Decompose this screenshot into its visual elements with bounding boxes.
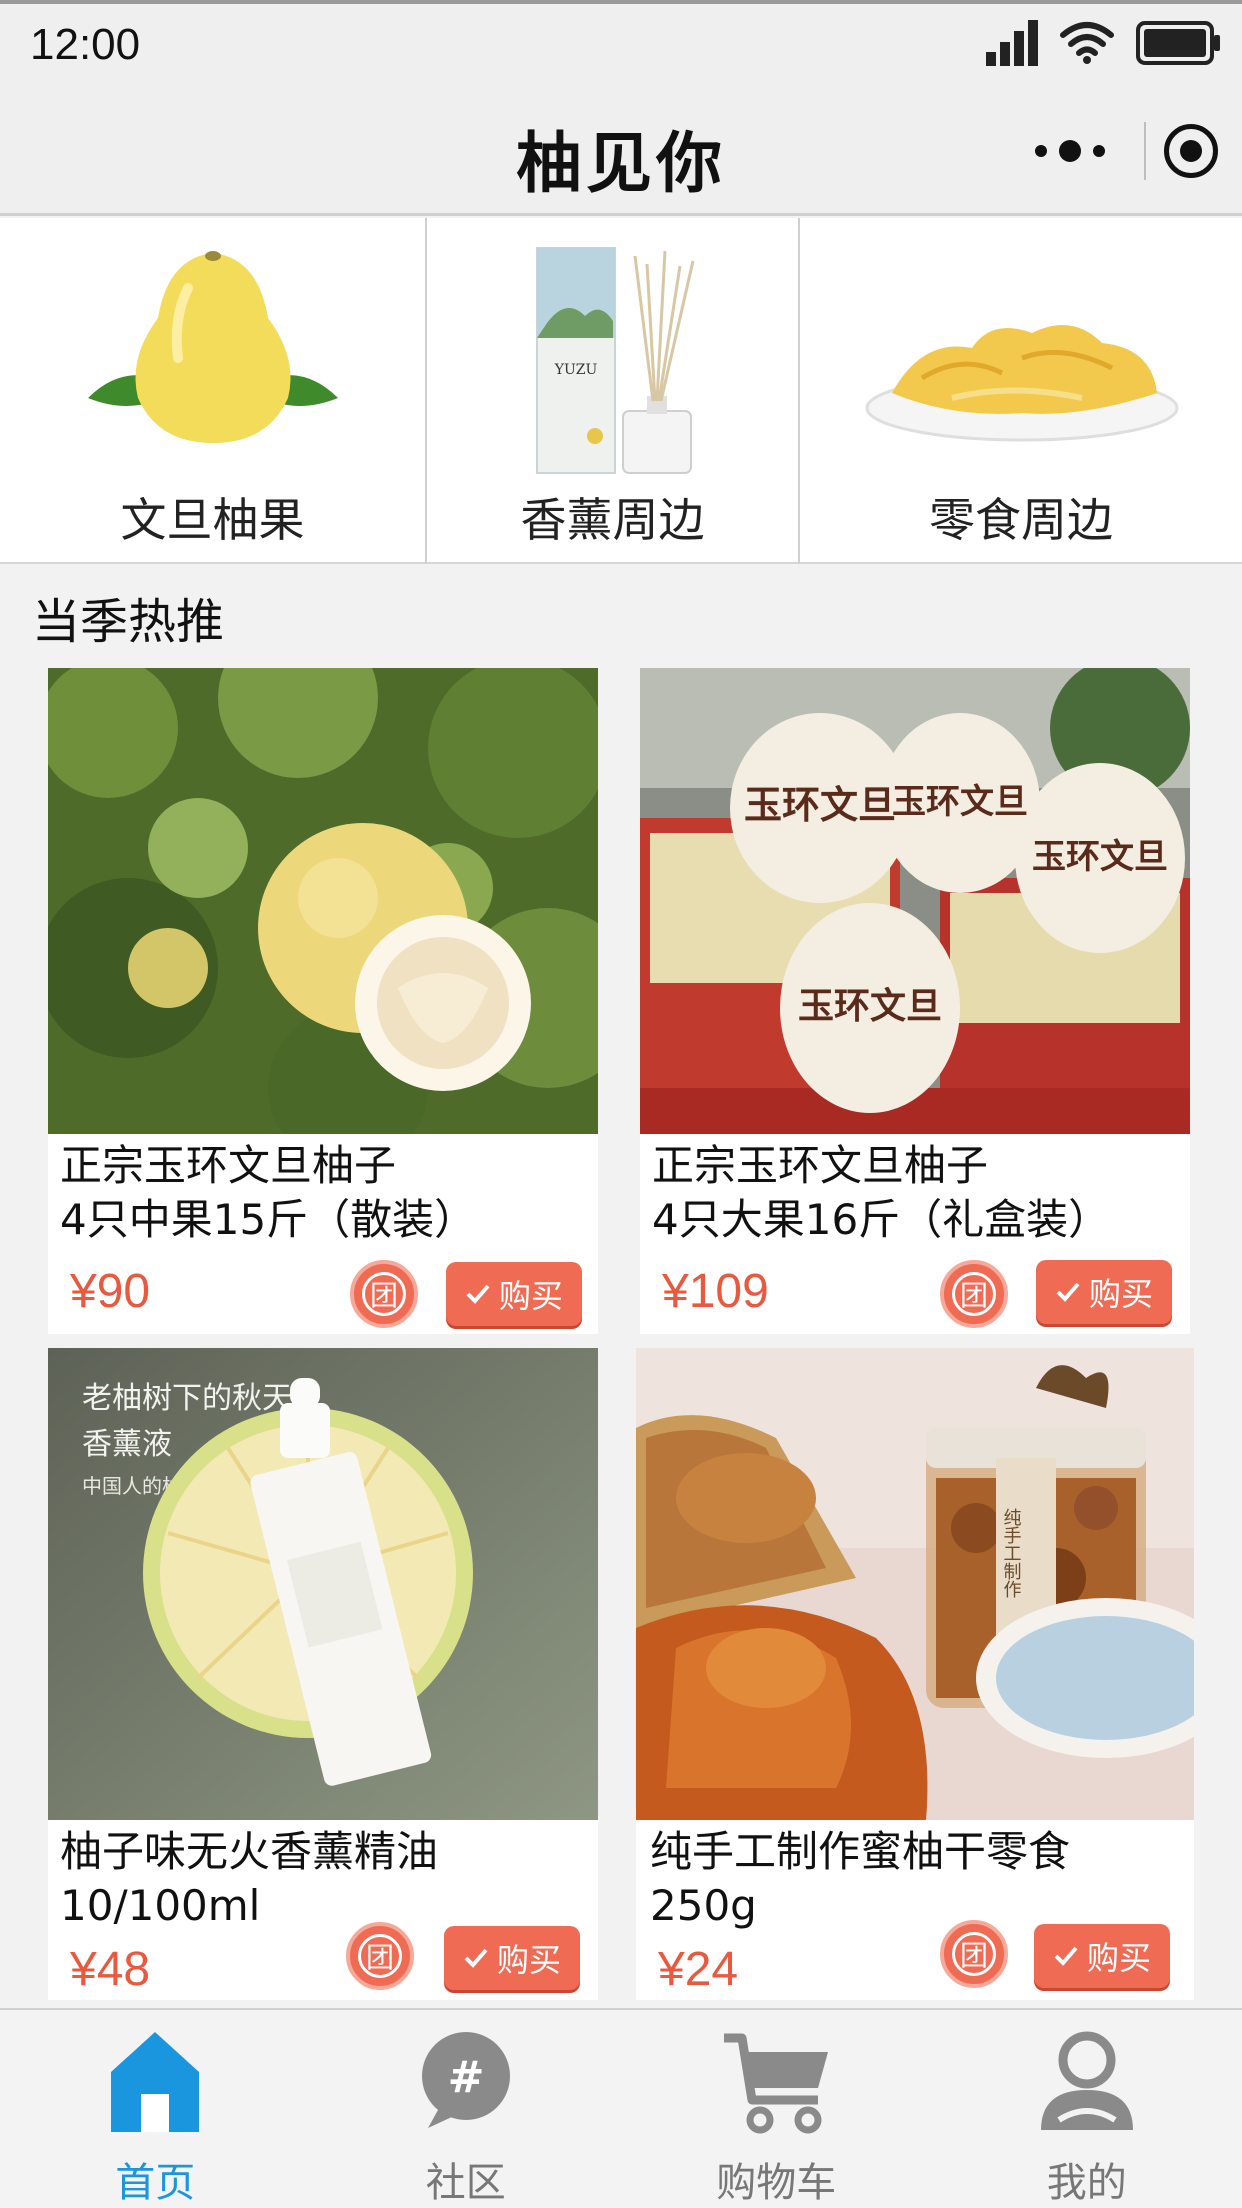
svg-text:YUZU: YUZU bbox=[554, 362, 598, 378]
svg-text:#: # bbox=[447, 2052, 484, 2103]
tab-profile[interactable]: 我的 bbox=[932, 2010, 1242, 2208]
product-card[interactable]: 正宗玉环文旦柚子 4只中果15斤（散装） ¥90 团 购买 bbox=[48, 668, 598, 1334]
category-label: 文旦柚果 bbox=[120, 493, 305, 547]
buy-label: 购买 bbox=[496, 1941, 561, 1979]
category-snack[interactable]: 零食周边 bbox=[798, 218, 1242, 564]
group-buy-label: 团 bbox=[362, 1272, 406, 1316]
tab-label: 购物车 bbox=[716, 2160, 837, 2206]
tab-community[interactable]: # 社区 bbox=[311, 2010, 622, 2208]
bag-print-text: 玉环文旦 bbox=[892, 782, 1028, 822]
home-icon bbox=[111, 2032, 200, 2132]
wifi-icon bbox=[1060, 22, 1114, 64]
category-label: 香薰周边 bbox=[520, 493, 705, 547]
signal-icon bbox=[986, 20, 1038, 66]
product-name: 正宗玉环文旦柚子 bbox=[652, 1141, 989, 1190]
category-pomelo[interactable]: 文旦柚果 bbox=[0, 218, 425, 564]
cart-icon bbox=[724, 2033, 829, 2134]
group-buy-label: 团 bbox=[952, 1932, 996, 1976]
buy-button[interactable]: 购买 bbox=[1036, 1260, 1172, 1324]
more-dot-icon bbox=[1035, 145, 1047, 157]
product-spec: 250g bbox=[650, 1881, 757, 1930]
group-buy-button[interactable]: 团 bbox=[346, 1922, 414, 1990]
product-image bbox=[48, 668, 598, 1134]
bag-print-text: 玉环文旦 bbox=[1032, 837, 1168, 877]
category-strip: 文旦柚果 YUZU 香薰周边 零食周边 bbox=[0, 218, 1242, 564]
group-buy-label: 团 bbox=[358, 1934, 402, 1978]
group-buy-button[interactable]: 团 bbox=[940, 1920, 1008, 1988]
buy-button[interactable]: 购买 bbox=[446, 1262, 582, 1326]
buy-button[interactable]: 购买 bbox=[1034, 1924, 1170, 1988]
product-name: 正宗玉环文旦柚子 bbox=[60, 1141, 397, 1190]
product-price: ¥109 bbox=[662, 1265, 769, 1318]
product-spec: 10/100ml bbox=[60, 1881, 261, 1930]
product-image: 纯手工制作 bbox=[636, 1348, 1194, 1820]
aroma-diffuser-image: YUZU bbox=[536, 247, 695, 474]
mini-program-capsule bbox=[1014, 116, 1218, 186]
buy-button[interactable]: 购买 bbox=[444, 1926, 580, 1990]
pomelo-image bbox=[88, 251, 338, 443]
capsule-divider bbox=[1144, 122, 1146, 180]
status-bar: 12:00 bbox=[0, 0, 1242, 90]
category-label: 零食周边 bbox=[929, 493, 1113, 547]
bag-print-text: 玉环文旦 bbox=[744, 782, 896, 827]
group-buy-label: 团 bbox=[952, 1272, 996, 1316]
close-mini-program-button[interactable] bbox=[1164, 124, 1218, 178]
product-spec: 4只大果16斤（礼盒装） bbox=[652, 1195, 1111, 1244]
check-icon bbox=[1054, 1946, 1078, 1966]
tab-bar: 首页 # 社区 购物车 我的 bbox=[0, 2008, 1242, 2208]
product-card[interactable]: 老柚树下的秋天 香薰液 中国人的柚子香 柚子味无火香薰精油 10/100ml ¥… bbox=[48, 1348, 598, 2000]
tab-label: 首页 bbox=[115, 2160, 196, 2206]
group-buy-button[interactable]: 团 bbox=[350, 1260, 418, 1328]
community-icon: # bbox=[421, 2032, 510, 2128]
section-title: 当季热推 bbox=[32, 594, 225, 650]
buy-label: 购买 bbox=[1088, 1275, 1153, 1313]
product-card[interactable]: 纯手工制作 纯手工制作蜜柚干零食 250g ¥24 团 购买 bbox=[636, 1348, 1194, 2000]
status-time: 12:00 bbox=[30, 20, 141, 69]
product-image: 老柚树下的秋天 香薰液 中国人的柚子香 bbox=[48, 1348, 598, 1820]
check-icon bbox=[466, 1284, 490, 1304]
bag-print-text: 玉环文旦 bbox=[798, 985, 942, 1027]
check-icon bbox=[1056, 1282, 1080, 1302]
more-dot-icon bbox=[1093, 145, 1105, 157]
more-dot-icon bbox=[1059, 140, 1081, 162]
more-button[interactable] bbox=[1014, 116, 1126, 186]
nav-bar: 柚见你 bbox=[0, 90, 1242, 216]
product-image: 玉环文旦 玉环文旦 玉环文旦 玉环文旦 bbox=[640, 668, 1190, 1134]
battery-icon bbox=[1136, 21, 1220, 65]
check-icon bbox=[464, 1948, 488, 1968]
buy-label: 购买 bbox=[1086, 1939, 1151, 1977]
image-caption: 香薰液 bbox=[82, 1427, 172, 1462]
product-price: ¥90 bbox=[70, 1265, 151, 1318]
buy-label: 购买 bbox=[498, 1277, 563, 1315]
target-icon bbox=[1180, 140, 1202, 162]
product-spec: 4只中果15斤（散装） bbox=[60, 1195, 477, 1244]
product-price: ¥48 bbox=[70, 1943, 151, 1996]
product-name: 纯手工制作蜜柚干零食 bbox=[650, 1827, 1071, 1876]
jar-label-text: 纯手工制作 bbox=[1001, 1508, 1022, 1598]
image-caption: 老柚树下的秋天 bbox=[82, 1381, 292, 1416]
tab-home[interactable]: 首页 bbox=[0, 2010, 311, 2208]
tab-cart[interactable]: 购物车 bbox=[621, 2010, 932, 2208]
group-buy-button[interactable]: 团 bbox=[940, 1260, 1008, 1328]
tab-label: 我的 bbox=[1046, 2160, 1127, 2206]
status-icons bbox=[986, 20, 1222, 66]
pomelo-snack-image bbox=[865, 325, 1179, 442]
profile-icon bbox=[1040, 2031, 1133, 2130]
product-name: 柚子味无火香薰精油 bbox=[60, 1827, 439, 1876]
product-price: ¥24 bbox=[658, 1943, 739, 1996]
product-card[interactable]: 玉环文旦 玉环文旦 玉环文旦 玉环文旦 正宗玉环文旦柚子 4只大果16斤（礼盒装… bbox=[640, 668, 1190, 1334]
tab-label: 社区 bbox=[425, 2160, 506, 2206]
category-aroma[interactable]: YUZU 香薰周边 bbox=[425, 218, 798, 564]
